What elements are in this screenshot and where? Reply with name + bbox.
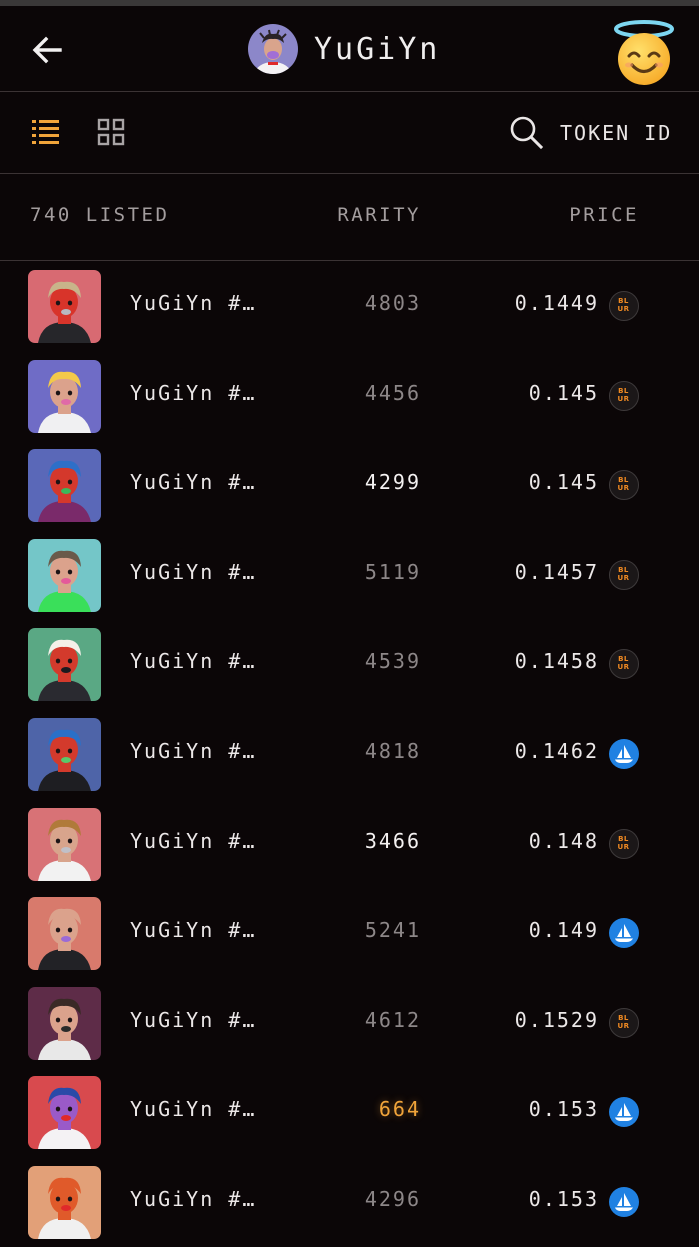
- blur-icon: BL UR: [609, 380, 639, 411]
- nft-name: YuGiYn #…: [130, 291, 257, 315]
- price-value: 0.145: [528, 380, 599, 405]
- opensea-icon: [609, 1187, 639, 1217]
- list-view-toggle[interactable]: [28, 116, 64, 148]
- nft-thumbnail: [28, 538, 101, 612]
- listing-row[interactable]: YuGiYn #… 4456 0.145 BL UR: [0, 351, 699, 441]
- listing-row[interactable]: YuGiYn #… 5119 0.1457 BL UR: [0, 530, 699, 620]
- rarity-rank: 4803: [364, 291, 421, 315]
- listed-count: 740 LISTED: [30, 204, 170, 226]
- listing-row[interactable]: YuGiYn #… 4539 0.1458 BL UR: [0, 619, 699, 709]
- sailboat-icon: [615, 745, 633, 763]
- blur-icon: BL UR: [609, 291, 639, 321]
- blur-logo-text: BL UR: [617, 386, 630, 403]
- sailboat-icon: [615, 1193, 633, 1211]
- search-label: TOKEN ID: [560, 121, 673, 145]
- nft-thumbnail: [28, 897, 101, 971]
- listing-row[interactable]: YuGiYn #… 664 0.153: [0, 1067, 699, 1157]
- price-value: 0.149: [528, 918, 599, 943]
- price-value: 0.145: [528, 470, 599, 495]
- price-value: 0.153: [528, 1097, 599, 1122]
- price-value: 0.148: [528, 828, 599, 853]
- nft-thumbnail: [28, 359, 101, 433]
- blur-icon: BL UR: [609, 559, 639, 590]
- nft-name: YuGiYn #…: [130, 380, 257, 405]
- smiling-halo-emoji-icon: [614, 20, 674, 85]
- opensea-icon: [609, 739, 639, 769]
- nft-thumbnail: [28, 986, 101, 1060]
- rarity-rank: 4299: [364, 470, 421, 495]
- grid-icon: [97, 118, 125, 146]
- nft-name: YuGiYn #…: [130, 1187, 257, 1211]
- blur-logo-text: BL UR: [617, 1013, 630, 1030]
- rarity-rank: 3466: [364, 828, 421, 853]
- listing-row[interactable]: YuGiYn #… 4612 0.1529 BL UR: [0, 978, 699, 1068]
- toolbar: TOKEN ID: [0, 92, 699, 174]
- rarity-rank: 4612: [364, 1007, 421, 1032]
- nft-name: YuGiYn #…: [130, 559, 257, 584]
- nft-name: YuGiYn #…: [130, 739, 257, 763]
- listing-row[interactable]: YuGiYn #… 4299 0.145 BL UR: [0, 440, 699, 530]
- rarity-rank: 4818: [364, 739, 421, 763]
- arrow-left-icon: [32, 36, 62, 64]
- opensea-icon: [609, 1097, 639, 1128]
- rarity-rank: 4539: [364, 649, 421, 674]
- nft-name: YuGiYn #…: [130, 649, 257, 674]
- collection-avatar: [248, 24, 298, 74]
- nft-thumbnail: [28, 1166, 101, 1239]
- blur-icon: BL UR: [609, 828, 639, 859]
- nft-thumbnail: [28, 1076, 101, 1150]
- nft-thumbnail: [28, 270, 101, 343]
- list-icon: [32, 120, 59, 144]
- rarity-rank: 4456: [364, 380, 421, 405]
- nft-name: YuGiYn #…: [130, 1097, 257, 1122]
- listing-row[interactable]: YuGiYn #… 4818 0.1462: [0, 709, 699, 799]
- header: YuGiYn: [0, 6, 699, 92]
- price-value: 0.1449: [514, 291, 599, 315]
- listing-row[interactable]: YuGiYn #… 5241 0.149: [0, 888, 699, 978]
- search-icon: [510, 116, 544, 150]
- back-button[interactable]: [28, 30, 68, 70]
- blur-logo-text: BL UR: [617, 297, 630, 313]
- nft-thumbnail: [28, 628, 101, 702]
- rarity-rank: 5119: [364, 559, 421, 584]
- blur-icon: BL UR: [609, 470, 639, 501]
- listing-row[interactable]: YuGiYn #… 4803 0.1449 BL UR: [0, 261, 699, 351]
- blur-logo-text: BL UR: [617, 565, 630, 582]
- blur-logo-text: BL UR: [617, 834, 630, 851]
- opensea-icon: [609, 918, 639, 949]
- blur-logo-text: BL UR: [617, 476, 630, 493]
- rarity-rank: 4296: [364, 1187, 421, 1211]
- price-value: 0.1462: [514, 739, 599, 763]
- collection-title: YuGiYn: [314, 32, 441, 67]
- blur-logo-text: BL UR: [617, 655, 630, 672]
- grid-view-toggle[interactable]: [94, 116, 130, 148]
- token-id-search[interactable]: TOKEN ID: [508, 114, 678, 152]
- nft-thumbnail: [28, 807, 101, 881]
- blur-icon: BL UR: [609, 1007, 639, 1038]
- rarity-rank: 664: [378, 1097, 421, 1122]
- listing-row[interactable]: YuGiYn #… 3466 0.148 BL UR: [0, 799, 699, 889]
- price-value: 0.153: [528, 1187, 599, 1211]
- nft-name: YuGiYn #…: [130, 918, 257, 943]
- price-value: 0.1458: [514, 649, 599, 674]
- price-value: 0.1529: [514, 1007, 599, 1032]
- nft-name: YuGiYn #…: [130, 1007, 257, 1032]
- column-header: 740 LISTED RARITY PRICE: [0, 174, 699, 261]
- nft-thumbnail: [28, 718, 101, 791]
- sailboat-icon: [615, 1103, 633, 1122]
- price-value: 0.1457: [514, 559, 599, 584]
- rarity-rank: 5241: [364, 918, 421, 943]
- profile-button[interactable]: [612, 20, 676, 86]
- blur-icon: BL UR: [609, 649, 639, 680]
- sailboat-icon: [615, 924, 633, 943]
- nft-name: YuGiYn #…: [130, 828, 257, 853]
- rarity-sort-header[interactable]: RARITY: [337, 204, 421, 226]
- nft-thumbnail: [28, 449, 101, 523]
- nft-name: YuGiYn #…: [130, 470, 257, 495]
- price-sort-header[interactable]: PRICE: [569, 204, 639, 226]
- listing-row[interactable]: YuGiYn #… 4296 0.153: [0, 1157, 699, 1247]
